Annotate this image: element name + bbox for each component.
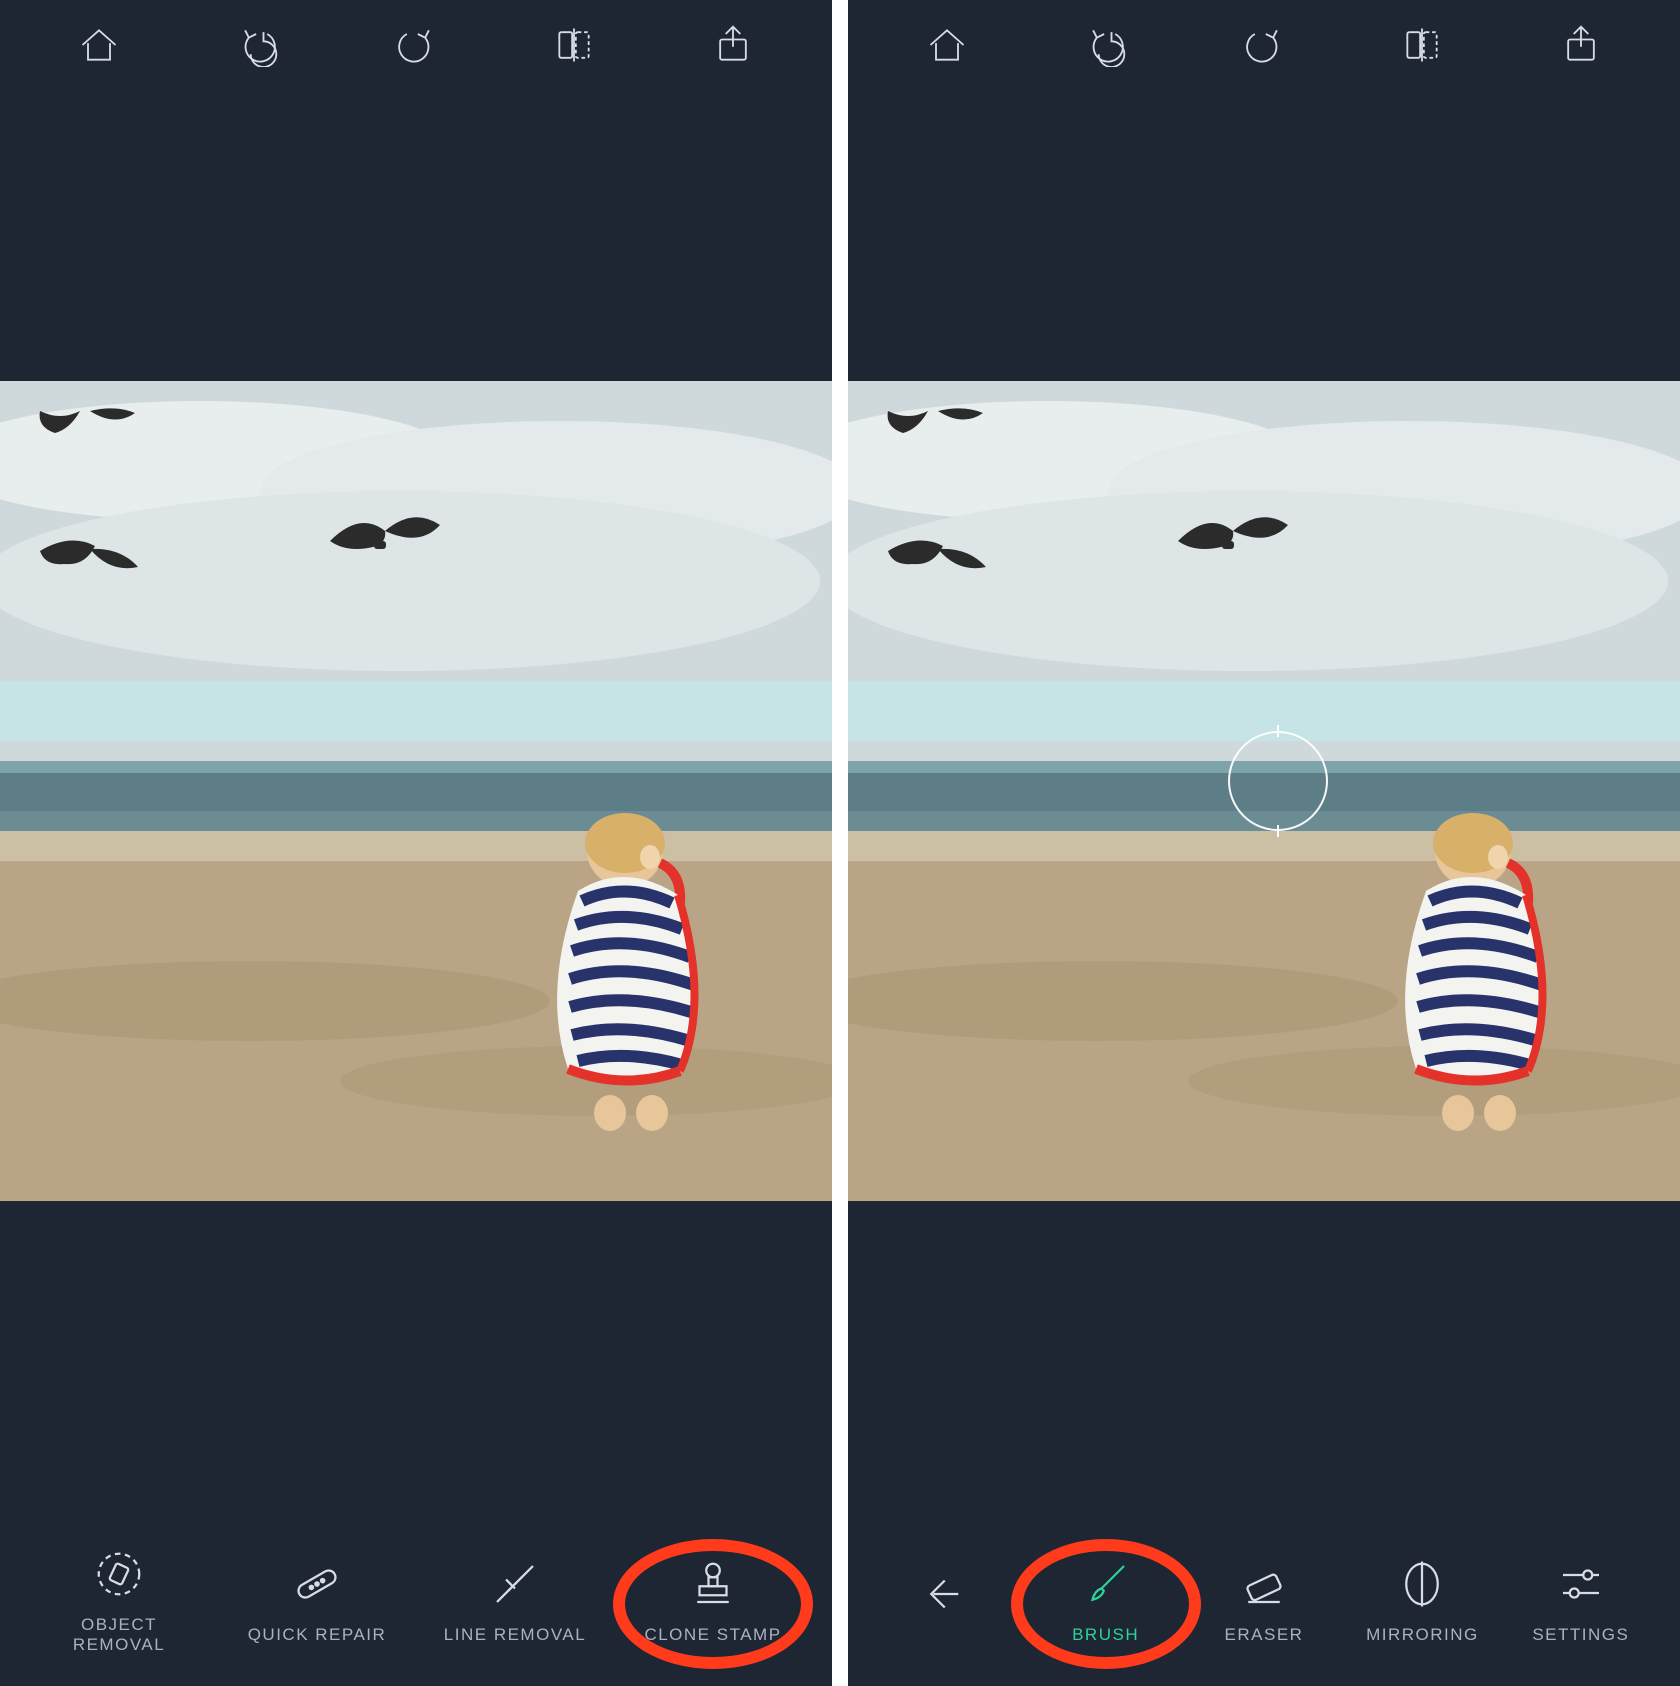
tool-label: LINE REMOVAL: [444, 1625, 586, 1645]
tool-settings[interactable]: SETTINGS: [1502, 1557, 1660, 1645]
beach-photo: [848, 381, 1680, 1201]
eraser-icon: [1237, 1557, 1291, 1611]
compare-button[interactable]: [529, 15, 619, 75]
photo-canvas[interactable]: [848, 381, 1680, 1201]
home-button[interactable]: [902, 15, 992, 75]
tool-line-removal[interactable]: LINE REMOVAL: [435, 1557, 595, 1645]
redo-button[interactable]: [1219, 15, 1309, 75]
tool-clone-stamp[interactable]: CLONE STAMP: [633, 1557, 793, 1645]
tool-label: ERASER: [1225, 1625, 1304, 1645]
tool-label: OBJECT REMOVAL: [39, 1615, 199, 1655]
redo-button[interactable]: [371, 15, 461, 75]
share-icon: [711, 23, 755, 67]
photo-canvas[interactable]: [0, 381, 832, 1201]
undo-icon: [1084, 23, 1128, 67]
undo-button[interactable]: [213, 15, 303, 75]
tool-quick-repair[interactable]: QUICK REPAIR: [237, 1557, 397, 1645]
bottom-toolbar: OBJECT REMOVAL QUICK REPAIR LINE REMOVAL…: [0, 1536, 832, 1686]
bandage-icon: [290, 1557, 344, 1611]
home-button[interactable]: [54, 15, 144, 75]
mirror-icon: [1395, 1557, 1449, 1611]
undo-button[interactable]: [1061, 15, 1151, 75]
object-removal-icon: [92, 1547, 146, 1601]
redo-icon: [1242, 23, 1286, 67]
back-icon: [920, 1567, 974, 1621]
top-toolbar: [0, 0, 832, 90]
redo-icon: [394, 23, 438, 67]
tool-label: CLONE STAMP: [644, 1625, 781, 1645]
compare-icon: [552, 23, 596, 67]
share-icon: [1559, 23, 1603, 67]
beach-photo: [0, 381, 832, 1201]
tool-brush[interactable]: BRUSH: [1026, 1557, 1184, 1645]
tool-label: SETTINGS: [1532, 1625, 1629, 1645]
editor-pane-left: OBJECT REMOVAL QUICK REPAIR LINE REMOVAL…: [0, 0, 840, 1686]
tool-back[interactable]: [868, 1567, 1026, 1635]
compare-button[interactable]: [1377, 15, 1467, 75]
compare-icon: [1400, 23, 1444, 67]
tool-mirroring[interactable]: MIRRORING: [1343, 1557, 1501, 1645]
stamp-icon: [686, 1557, 740, 1611]
canvas-area[interactable]: [848, 90, 1680, 1536]
line-removal-icon: [488, 1557, 542, 1611]
brush-icon: [1079, 1557, 1133, 1611]
canvas-area[interactable]: [0, 90, 832, 1536]
top-toolbar: [848, 0, 1680, 90]
tool-eraser[interactable]: ERASER: [1185, 1557, 1343, 1645]
bottom-toolbar: BRUSH ERASER MIRRORING SETTINGS: [848, 1536, 1680, 1686]
tool-object-removal[interactable]: OBJECT REMOVAL: [39, 1547, 199, 1655]
home-icon: [77, 23, 121, 67]
tool-label: BRUSH: [1072, 1625, 1139, 1645]
home-icon: [925, 23, 969, 67]
undo-icon: [236, 23, 280, 67]
sliders-icon: [1554, 1557, 1608, 1611]
editor-pane-right: BRUSH ERASER MIRRORING SETTINGS: [840, 0, 1680, 1686]
tool-label: MIRRORING: [1366, 1625, 1479, 1645]
tool-label: QUICK REPAIR: [248, 1625, 387, 1645]
share-button[interactable]: [688, 15, 778, 75]
share-button[interactable]: [1536, 15, 1626, 75]
